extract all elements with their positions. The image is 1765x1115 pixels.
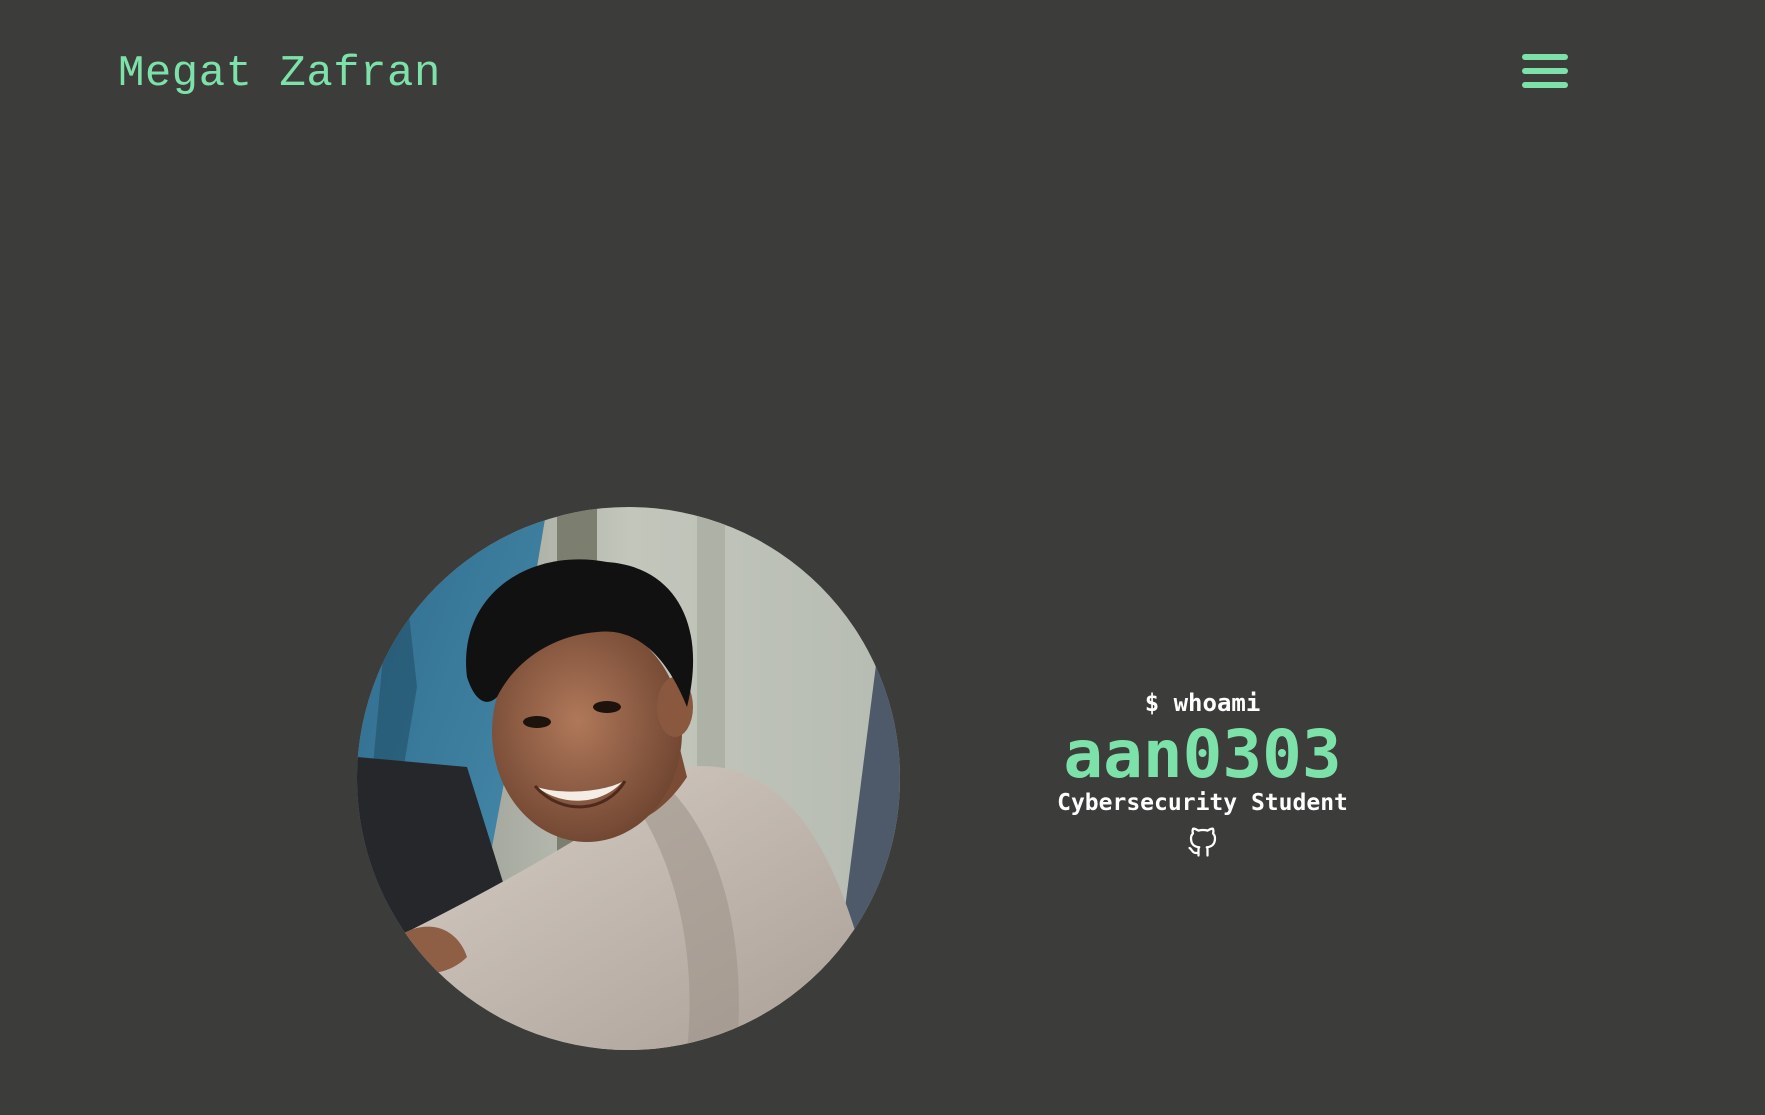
site-title[interactable]: Megat Zafran <box>118 44 441 104</box>
hamburger-menu-icon <box>1522 54 1568 88</box>
intro-block: $ whoami aan0303 Cybersecurity Student <box>1000 684 1405 865</box>
profile-photo <box>357 507 900 1050</box>
page: Megat Zafran $ whoami aan0303 Cybersecur… <box>0 0 1765 1115</box>
github-icon <box>1187 827 1216 857</box>
menu-button[interactable] <box>1518 50 1572 92</box>
github-link[interactable] <box>1185 824 1221 860</box>
role-subtitle: Cybersecurity Student <box>1057 790 1348 816</box>
username-handle: aan0303 <box>1063 716 1342 793</box>
